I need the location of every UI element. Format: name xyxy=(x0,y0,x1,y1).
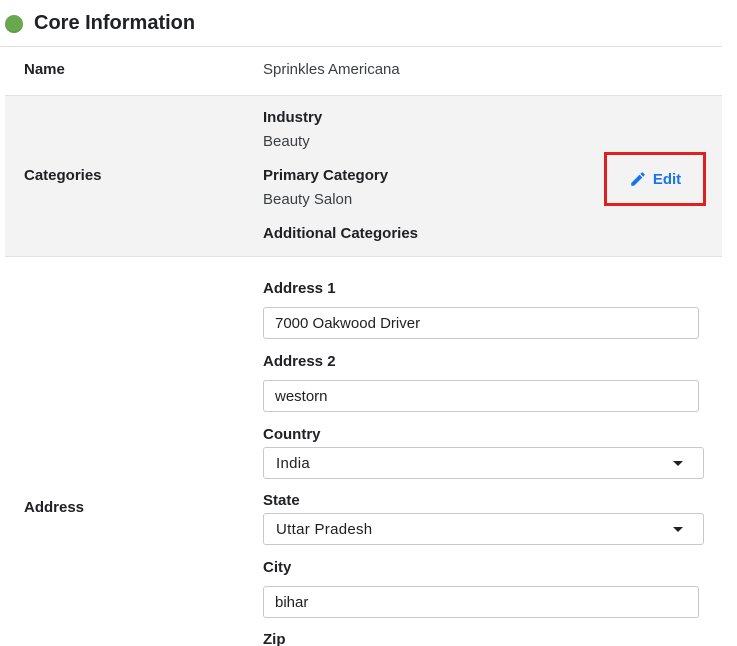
state-select[interactable]: Uttar Pradesh xyxy=(263,513,704,545)
city-input[interactable] xyxy=(263,586,699,618)
state-select-value: Uttar Pradesh xyxy=(276,521,373,538)
chevron-down-icon xyxy=(673,527,683,532)
edit-button-label: Edit xyxy=(652,170,682,188)
chevron-down-icon xyxy=(673,461,683,466)
city-label: City xyxy=(263,559,292,576)
status-dot-icon xyxy=(5,15,23,33)
section-header: Core Information xyxy=(0,0,722,47)
core-information-page: Core Information Name Sprinkles American… xyxy=(0,0,737,646)
primary-category-label: Primary Category xyxy=(263,167,389,184)
name-label: Name xyxy=(24,61,65,78)
state-label: State xyxy=(263,492,300,509)
edit-categories-button[interactable]: Edit xyxy=(604,152,706,206)
pencil-icon xyxy=(631,172,645,186)
address2-input[interactable] xyxy=(263,380,699,412)
zip-label: Zip xyxy=(263,631,286,646)
primary-category-value: Beauty Salon xyxy=(263,191,353,208)
section-title: Core Information xyxy=(34,12,196,34)
categories-label: Categories xyxy=(24,167,102,184)
address-row: Address Address 1 Address 2 Country Indi… xyxy=(5,257,722,646)
industry-value: Beauty xyxy=(263,133,310,150)
country-label: Country xyxy=(263,426,321,443)
industry-label: Industry xyxy=(263,109,323,126)
edit-button-content[interactable]: Edit xyxy=(629,170,681,188)
address1-label: Address 1 xyxy=(263,280,336,297)
address2-label: Address 2 xyxy=(263,353,336,370)
name-value: Sprinkles Americana xyxy=(263,61,400,78)
name-row: Name Sprinkles Americana xyxy=(5,47,722,96)
additional-categories-label: Additional Categories xyxy=(263,225,419,242)
country-select-value: India xyxy=(276,455,311,472)
address-label: Address xyxy=(24,499,85,516)
country-select[interactable]: India xyxy=(263,447,704,479)
address1-input[interactable] xyxy=(263,307,699,339)
